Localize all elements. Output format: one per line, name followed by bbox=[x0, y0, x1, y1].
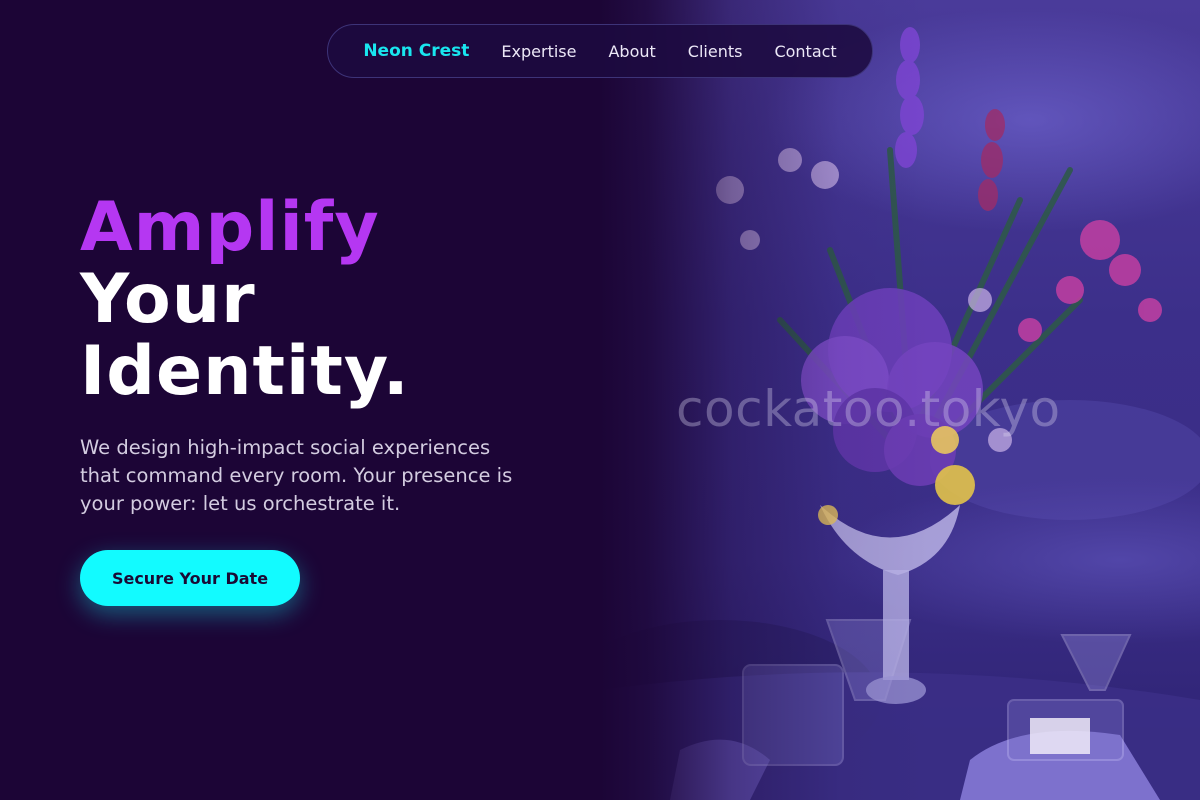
landing-page: cockatoo.tokyo Neon Crest Expertise Abou… bbox=[0, 0, 1200, 800]
hero-headline: Amplify Your Identity. bbox=[80, 192, 410, 408]
nav-link-expertise[interactable]: Expertise bbox=[501, 42, 576, 61]
nav-link-contact[interactable]: Contact bbox=[774, 42, 836, 61]
secure-date-button[interactable]: Secure Your Date bbox=[80, 550, 300, 606]
nav-link-about[interactable]: About bbox=[608, 42, 655, 61]
headline-line-3: Identity. bbox=[80, 332, 410, 411]
headline-line-1: Amplify bbox=[80, 188, 380, 267]
brand-logo[interactable]: Neon Crest bbox=[363, 41, 469, 61]
headline-line-2: Your bbox=[80, 260, 256, 339]
image-watermark: cockatoo.tokyo bbox=[676, 380, 1061, 438]
hero-subtitle: We design high-impact social experiences… bbox=[80, 436, 513, 515]
top-navigation: Neon Crest Expertise About Clients Conta… bbox=[327, 24, 873, 78]
nav-link-clients[interactable]: Clients bbox=[688, 42, 743, 61]
